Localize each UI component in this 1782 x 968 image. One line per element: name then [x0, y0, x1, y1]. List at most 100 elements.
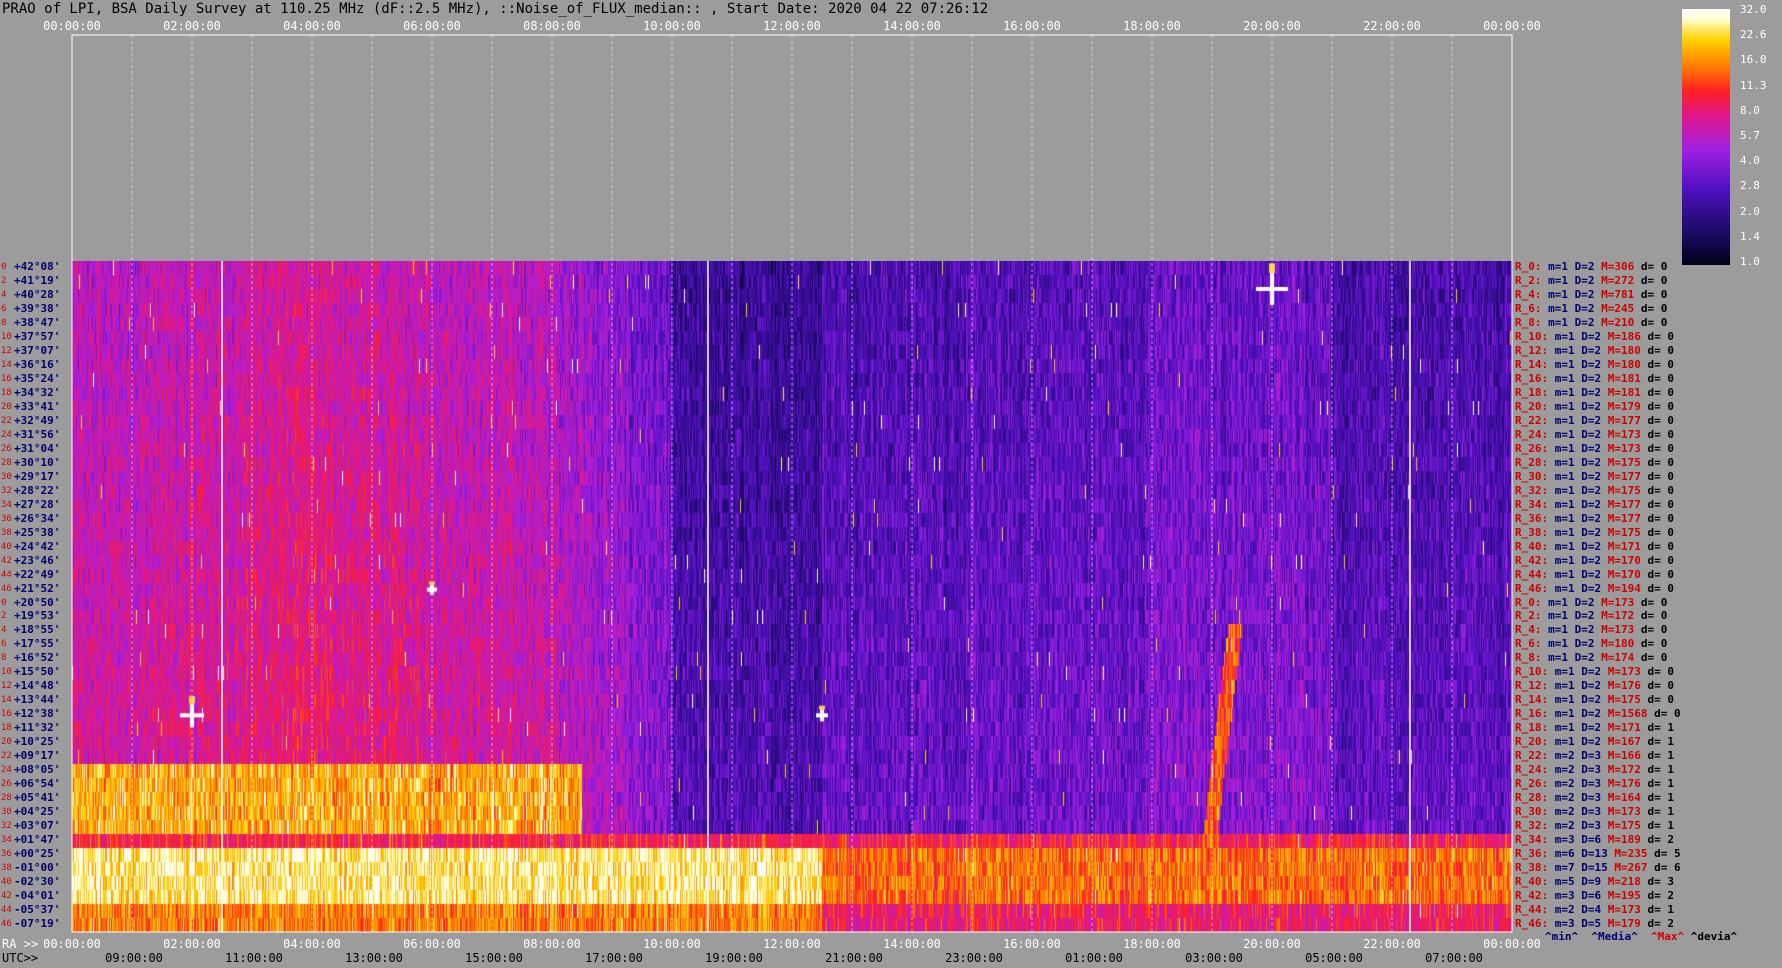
row-stat-m: m=2	[1554, 805, 1575, 819]
row-stat: R_40: m=1 D=2 M=171 d= 0	[1515, 539, 1674, 553]
row-stat-d: d= 1	[1647, 763, 1675, 777]
declination-label: +30°10'	[14, 455, 61, 469]
row-stat-d: d= 2	[1647, 833, 1675, 847]
row-stat-d: d= 2	[1647, 917, 1675, 931]
declination-label: +01°47'	[14, 833, 61, 847]
row-stat-d: d= 1	[1647, 805, 1675, 819]
row-stat-D: D=2	[1581, 357, 1602, 371]
row-stat-d: d= 1	[1647, 903, 1675, 917]
row-stat-D: D=5	[1581, 917, 1602, 931]
row-stat-m: m=1	[1554, 525, 1575, 539]
colorbar-tick-label: 5.7	[1740, 129, 1760, 142]
row-index-label: 26	[1, 779, 12, 790]
row-index-label: 14	[1, 359, 12, 370]
row-stat-m: m=2	[1554, 903, 1575, 917]
declination-label: +33°41'	[14, 399, 61, 413]
row-stat-r: R_28:	[1515, 455, 1549, 469]
row-stat-m: m=1	[1548, 623, 1568, 637]
row-stat-d: d= 1	[1647, 735, 1675, 749]
row-stat-M: M=179	[1607, 399, 1641, 413]
top-tick-label: 20:00:00	[1243, 19, 1301, 33]
declination-label: +03°07'	[14, 819, 61, 833]
row-stat: R_18: m=1 D=2 M=171 d= 1	[1515, 722, 1674, 734]
row-stat-M: M=171	[1607, 721, 1641, 735]
row-stat-M: M=194	[1607, 581, 1641, 595]
declination-label: +27°28'	[14, 497, 61, 511]
row-stat-m: m=1	[1548, 301, 1568, 315]
colorbar-tick-label: 11.3	[1740, 78, 1767, 92]
row-stat-d: d= 6	[1654, 861, 1681, 875]
top-tick-label: 10:00:00	[643, 19, 701, 33]
row-stat-m: m=1	[1548, 595, 1568, 609]
row-stat-r: R_32:	[1515, 483, 1549, 497]
row-stat-r: R_32:	[1515, 819, 1549, 833]
row-stat-D: D=2	[1574, 609, 1595, 623]
row-stat-r: R_24:	[1515, 427, 1549, 441]
row-stat-r: R_44:	[1515, 567, 1549, 581]
row-stat-m: m=1	[1554, 385, 1575, 399]
row-stat: R_30: m=2 D=3 M=173 d= 1	[1515, 806, 1674, 818]
row-stat-M: M=218	[1607, 875, 1641, 889]
row-stat: R_22: m=2 D=3 M=166 d= 1	[1515, 750, 1674, 762]
ra-tick-label: 22:00:00	[1363, 937, 1421, 951]
row-stat-m: m=7	[1554, 861, 1575, 875]
row-stat-m: m=1	[1554, 455, 1575, 469]
row-stat-m: m=1	[1548, 287, 1568, 301]
row-stat-r: R_10:	[1515, 329, 1549, 343]
row-stat-D: D=4	[1581, 903, 1602, 917]
row-stat-D: D=3	[1581, 763, 1602, 777]
row-stat-r: R_24:	[1515, 763, 1549, 777]
row-stat-M: M=267	[1614, 861, 1648, 875]
row-stat: R_46: m=3 D=5 M=179 d= 2	[1515, 918, 1674, 930]
row-stat-m: m=1	[1554, 497, 1575, 511]
colorbar-tick-label: 2.0	[1740, 204, 1760, 218]
row-stat-d: d= 0	[1640, 609, 1668, 623]
top-tick-label: 04:00:00	[283, 19, 341, 33]
row-stat-m: m=1	[1548, 315, 1568, 329]
legend-media: ^Media^	[1591, 930, 1638, 943]
row-stat-M: M=177	[1607, 469, 1641, 483]
row-stat-r: R_30:	[1515, 805, 1549, 819]
row-stat-r: R_40:	[1515, 539, 1549, 553]
row-index-label: 22	[1, 751, 12, 762]
row-stat: R_6: m=1 D=2 M=180 d= 0	[1515, 638, 1667, 650]
row-stat-m: m=1	[1548, 260, 1568, 273]
row-stat-D: D=2	[1581, 413, 1602, 427]
ra-axis-label: RA >>	[2, 937, 39, 951]
row-stat-r: R_20:	[1515, 399, 1549, 413]
row-stat-r: R_40:	[1515, 875, 1549, 889]
row-stat-d: d= 2	[1647, 889, 1675, 903]
declination-label: +15°50'	[14, 665, 61, 679]
row-stat-D: D=3	[1581, 777, 1602, 791]
row-stat-m: m=1	[1548, 609, 1568, 623]
row-stat-D: D=3	[1581, 791, 1602, 805]
row-stat-D: D=2	[1581, 455, 1602, 469]
row-stat-d: d= 0	[1647, 469, 1675, 483]
row-stat: R_16: m=1 D=2 M=1568 d= 0	[1515, 708, 1681, 720]
row-stat-d: d= 1	[1647, 791, 1675, 805]
row-index-label: 12	[1, 681, 12, 692]
row-index-label: 36	[1, 513, 12, 524]
row-stat-r: R_38:	[1515, 861, 1549, 875]
declination-label: +00°25'	[14, 847, 61, 861]
row-stat-d: d= 1	[1647, 749, 1675, 763]
utc-tick-label: 03:00:00	[1185, 951, 1243, 965]
row-stat-m: m=1	[1554, 469, 1575, 483]
declination-label: +36°16'	[14, 357, 61, 371]
row-stat-d: d= 0	[1647, 525, 1675, 539]
row-stat: R_24: m=1 D=2 M=173 d= 0	[1515, 427, 1674, 441]
row-stat: R_32: m=2 D=3 M=175 d= 1	[1515, 820, 1674, 832]
row-index-label: 34	[1, 835, 12, 846]
row-index-label: 4	[1, 289, 7, 300]
top-tick-label: 00:00:00	[43, 19, 101, 33]
row-stat-M: M=1568	[1607, 707, 1648, 721]
row-stat-D: D=2	[1574, 287, 1595, 301]
row-stat: R_20: m=1 D=2 M=179 d= 0	[1515, 399, 1674, 413]
row-stat-M: M=306	[1601, 260, 1635, 273]
row-index-label: 14	[1, 695, 12, 706]
row-stat-D: D=2	[1581, 567, 1602, 581]
row-stat-d: d= 5	[1654, 847, 1681, 861]
row-stat-m: m=1	[1554, 567, 1575, 581]
row-stat-r: R_34:	[1515, 833, 1549, 847]
row-stat-r: R_2:	[1515, 609, 1542, 623]
